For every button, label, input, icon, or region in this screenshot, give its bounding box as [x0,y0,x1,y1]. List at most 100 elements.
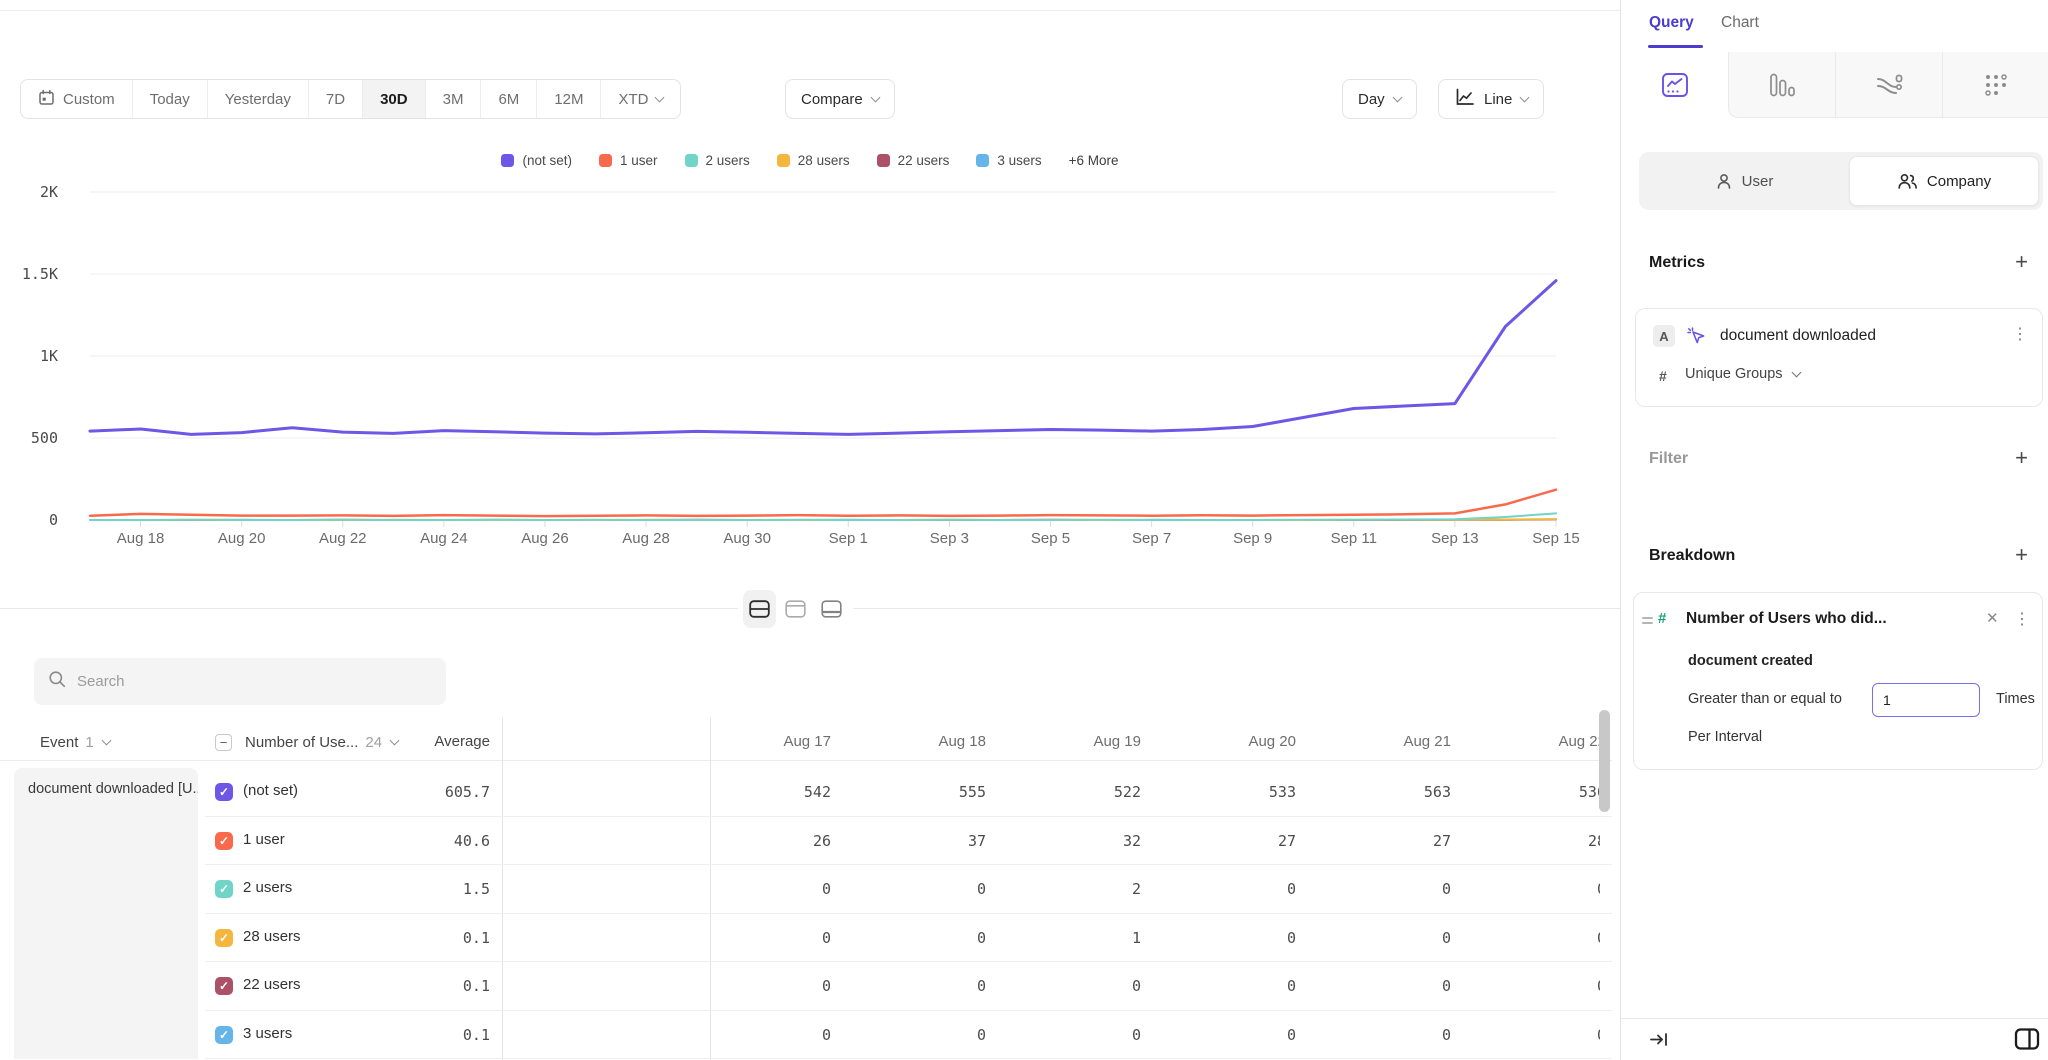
date-range-today[interactable]: Today [133,80,208,118]
x-axis-tick-label: Aug 22 [319,530,367,547]
date-range-yesterday[interactable]: Yesterday [208,80,309,118]
search-input[interactable] [77,673,432,690]
tab-query[interactable]: Query [1649,14,1694,32]
value-cell: 1 [1020,929,1175,947]
drag-handle-icon[interactable] [1642,617,1653,628]
add-breakdown-button[interactable]: + [2015,545,2028,565]
series-header-label: Number of Use... [245,734,358,751]
granularity-button[interactable]: Day [1342,79,1417,119]
value-cell: 0 [710,929,865,947]
series-line[interactable] [90,490,1556,516]
row-values: 542555522533563536 [710,783,1600,801]
tab-chart[interactable]: Chart [1721,14,1759,32]
compare-label: Compare [801,91,863,108]
table-row[interactable]: ✓3 users0.1000000 [0,1011,1612,1060]
x-axis-tick-label: Sep 3 [930,530,969,547]
analytics-app: Custom Today Yesterday 7D 30D 3M6M12MXTD Comp… [0,0,2048,1060]
date-column-header[interactable]: Aug 22 [1485,726,1600,758]
breakdown-per-interval-label[interactable]: Per Interval [1688,729,1762,745]
breakdown-condition-label[interactable]: Greater than or equal to [1688,691,1842,707]
table-body: ✓(not set)605.7542555522533563536✓1 user… [0,768,1612,1059]
value-cell: 32 [1020,832,1175,850]
row-checkbox[interactable]: ✓ [215,977,233,995]
collapse-sidebar-icon[interactable] [1649,1030,1669,1054]
row-average: 0.1 [370,977,490,995]
bar-chart-icon [1769,72,1796,98]
layout-chart-only-button[interactable] [779,590,812,628]
search-box[interactable] [34,658,446,705]
table-row[interactable]: ✓1 user40.6263732272728 [0,817,1612,866]
scope-user-option[interactable]: User [1639,152,1849,210]
x-axis-tick-label: Sep 7 [1132,530,1171,547]
date-column-header[interactable]: Aug 17 [710,726,865,758]
granularity-label: Day [1358,91,1385,108]
add-filter-button[interactable]: + [2015,448,2028,468]
chart-type-flow-button[interactable] [1835,52,1942,118]
event-column-header[interactable]: Event 1 [40,726,110,758]
row-values: 000000 [710,1026,1600,1044]
aggregation-selector[interactable]: Unique Groups [1685,366,1800,382]
y-axis-tick-label: 1K [40,347,58,365]
active-tab-underline [1648,45,1703,48]
date-range-6m[interactable]: 6M [481,80,537,118]
chart-type-grid-button[interactable] [1942,52,2048,118]
breakdown-value-input[interactable] [1872,683,1980,717]
date-column-header[interactable]: Aug 20 [1175,726,1330,758]
breakdown-event-name[interactable]: document created [1688,653,1813,669]
x-axis-tick-label: Sep 15 [1532,530,1580,547]
date-column-header[interactable]: Aug 19 [1020,726,1175,758]
chart-type-line-button[interactable] [1621,52,1728,118]
chart-type-bar-button[interactable] [1728,52,1835,118]
breakdown-card[interactable]: # Number of Users who did... ✕ ⋮ documen… [1633,592,2043,770]
layout-table-only-button[interactable] [815,590,848,628]
metric-card[interactable]: A document downloaded ⋮ # Unique Groups [1635,308,2043,407]
compare-button[interactable]: Compare [785,79,895,119]
chart-type-button[interactable]: Line [1438,79,1544,119]
value-cell: 37 [865,832,1020,850]
average-column-header[interactable]: Average [360,726,490,758]
value-cell: 0 [1020,977,1175,995]
row-average: 1.5 [370,880,490,898]
row-average: 40.6 [370,832,490,850]
date-range-30d[interactable]: 30D [363,80,426,118]
value-cell: 0 [1330,1026,1485,1044]
table-scrollbar[interactable] [1599,710,1610,812]
row-label: 1 user [243,831,285,848]
row-checkbox[interactable]: ✓ [215,1026,233,1044]
table-row[interactable]: ✓2 users1.5002000 [0,865,1612,914]
date-range-xtd[interactable]: XTD [601,80,680,118]
row-checkbox[interactable]: ✓ [215,929,233,947]
breakdown-menu-button[interactable]: ⋮ [2014,611,2030,629]
select-all-checkbox[interactable]: − [215,734,232,751]
table-row[interactable]: ✓22 users0.1000000 [0,962,1612,1011]
date-range-label: 30D [380,91,408,108]
value-cell: 0 [1020,1026,1175,1044]
x-axis-tick-label: Sep 13 [1431,530,1479,547]
date-range-12m[interactable]: 12M [537,80,601,118]
sidebar-footer-divider [1621,1018,2048,1019]
date-column-header[interactable]: Aug 21 [1330,726,1485,758]
chart-type-selector [1621,52,2048,118]
series-line[interactable] [90,281,1556,435]
layout-split-view-button[interactable] [743,590,776,628]
row-checkbox[interactable]: ✓ [215,832,233,850]
close-icon[interactable]: ✕ [1986,609,1999,627]
metric-menu-button[interactable]: ⋮ [2012,326,2028,344]
row-checkbox[interactable]: ✓ [215,880,233,898]
toggle-panel-icon[interactable] [2012,1024,2042,1059]
table-row[interactable]: ✓(not set)605.7542555522533563536 [0,768,1612,817]
date-range-3m[interactable]: 3M [426,80,482,118]
row-label: 28 users [243,928,301,945]
add-metric-button[interactable]: + [2015,252,2028,272]
value-cell: 2 [1020,880,1175,898]
date-range-label: Custom [63,91,115,108]
date-range-custom[interactable]: Custom [21,80,133,118]
value-cell: 0 [865,929,1020,947]
line-chart[interactable]: 05001K1.5K2KAug 18Aug 20Aug 22Aug 24Aug … [0,140,1620,560]
date-column-header[interactable]: Aug 18 [865,726,1020,758]
table-row[interactable]: ✓28 users0.1001000 [0,914,1612,963]
date-range-7d[interactable]: 7D [309,80,363,118]
row-checkbox[interactable]: ✓ [215,783,233,801]
scope-company-option[interactable]: Company [1849,156,2039,206]
date-range-label: Yesterday [225,91,291,108]
